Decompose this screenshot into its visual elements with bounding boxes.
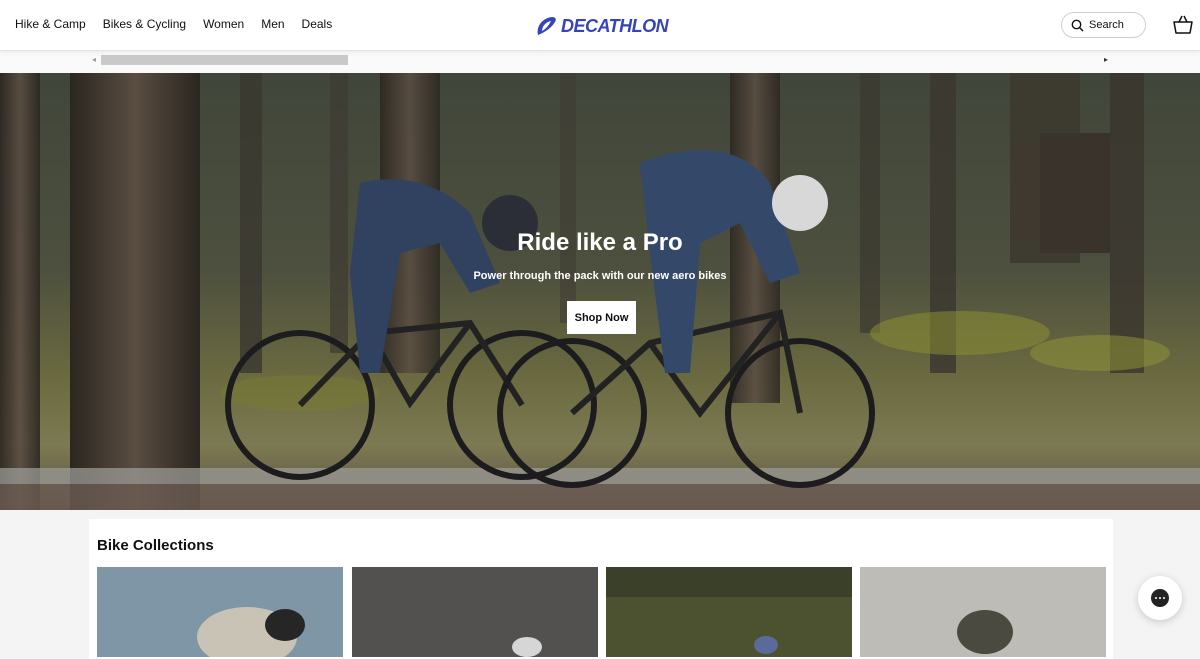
hero-subtitle: Power through the pack with our new aero… bbox=[473, 270, 727, 282]
hero-image bbox=[0, 73, 1200, 510]
nav-item-women[interactable]: Women bbox=[203, 17, 244, 31]
search-label: Search bbox=[1089, 19, 1124, 31]
collection-card[interactable] bbox=[860, 567, 1106, 657]
section-title: Bike Collections bbox=[97, 537, 214, 554]
scroll-left-icon[interactable]: ◂ bbox=[92, 55, 96, 64]
chat-icon bbox=[1151, 589, 1169, 607]
nav-item-deals[interactable]: Deals bbox=[302, 17, 333, 31]
search-button[interactable]: Search bbox=[1061, 12, 1146, 38]
nav-item-hike-camp[interactable]: Hike & Camp bbox=[15, 17, 86, 31]
collection-image bbox=[352, 567, 598, 657]
collection-card[interactable] bbox=[606, 567, 852, 657]
hero-title: Ride like a Pro bbox=[517, 229, 683, 256]
category-scroll-strip: ◂ ▸ bbox=[0, 51, 1200, 73]
collection-image bbox=[860, 567, 1106, 657]
site-header: Hike & Camp Bikes & Cycling Women Men De… bbox=[0, 0, 1200, 51]
search-icon bbox=[1071, 19, 1084, 31]
scrollbar-thumb[interactable] bbox=[101, 55, 348, 65]
logo-mark-icon bbox=[537, 17, 556, 35]
bike-collections-section: Bike Collections bbox=[89, 519, 1113, 659]
main-nav: Hike & Camp Bikes & Cycling Women Men De… bbox=[15, 17, 349, 31]
scroll-right-icon[interactable]: ▸ bbox=[1104, 55, 1108, 64]
chat-widget-button[interactable] bbox=[1138, 576, 1182, 620]
hero-banner: Ride like a Pro Power through the pack w… bbox=[0, 73, 1200, 510]
cart-icon[interactable] bbox=[1172, 14, 1194, 36]
nav-item-men[interactable]: Men bbox=[261, 17, 284, 31]
collection-image bbox=[97, 567, 343, 657]
shop-now-button[interactable]: Shop Now bbox=[567, 301, 636, 334]
logo-text: DECATHLON bbox=[561, 15, 669, 36]
collection-card[interactable] bbox=[97, 567, 343, 657]
nav-item-bikes-cycling[interactable]: Bikes & Cycling bbox=[103, 17, 186, 31]
collection-image bbox=[606, 567, 852, 657]
collection-card[interactable] bbox=[352, 567, 598, 657]
decathlon-logo[interactable]: DECATHLON bbox=[534, 14, 669, 38]
